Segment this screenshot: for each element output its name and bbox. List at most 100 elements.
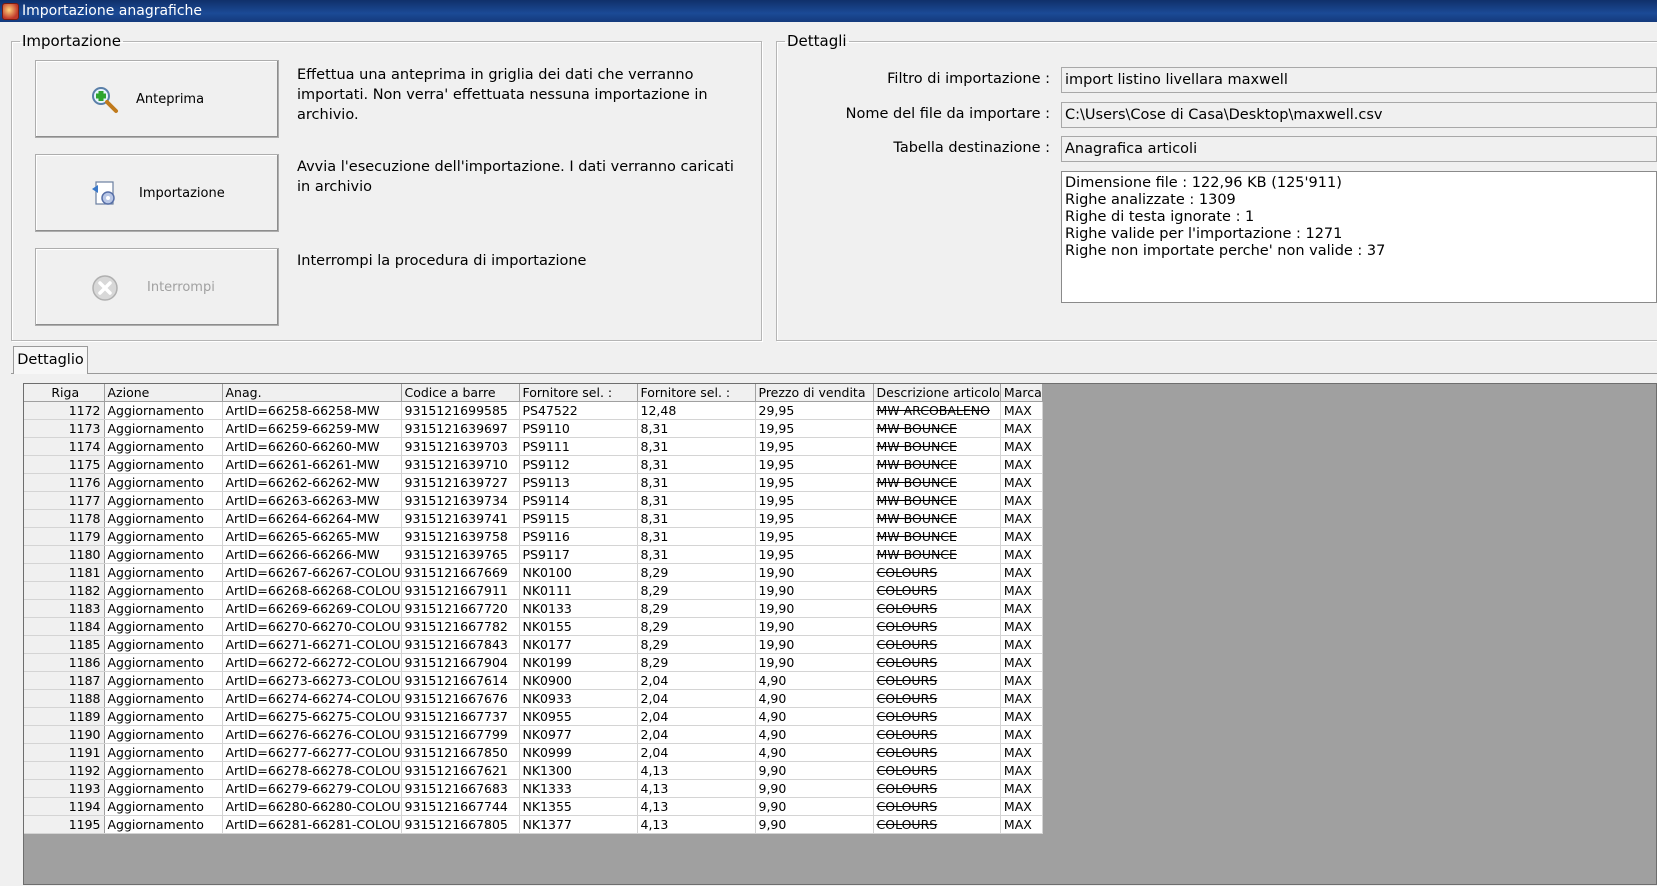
col-anag-cell[interactable]: ArtID=66264-66264-MW [222,509,402,528]
table-row[interactable]: 1192 Aggiornamento ArtID=66278-66278-COLOU… [24,761,1043,780]
col-anag-cell[interactable]: ArtID=66263-66263-MW [222,491,402,510]
tab-dettaglio[interactable]: Dettaglio [13,346,88,374]
table-row[interactable]: 1195 Aggiornamento ArtID=66281-66281-COLOU… [24,815,1043,834]
col-riga-cell[interactable]: 1190 [24,725,105,744]
col-marca-cell[interactable]: MAX [1000,437,1043,456]
table-row[interactable]: 1178 Aggiornamento ArtID=66264-66264-MW 931… [24,509,1043,528]
col-anag-cell[interactable]: ArtID=66259-66259-MW [222,419,402,438]
col-fornitore-1-cell[interactable]: PS9113 [519,473,638,492]
col-marca-cell[interactable]: MAX [1000,797,1043,816]
col-fornitore-2-cell[interactable]: 8,29 [637,599,756,618]
tabella-field[interactable]: Anagrafica articoli [1061,136,1657,162]
col-descrizione-cell[interactable]: COLOURS [873,815,1001,834]
col-fornitore-1-cell[interactable]: PS9112 [519,455,638,474]
col-descrizione-cell[interactable]: COLOURS [873,743,1001,762]
col-fornitore-1-cell[interactable]: NK0111 [519,581,638,600]
col-codice-barre-cell[interactable]: 9315121639703 [401,437,520,456]
col-fornitore-1-cell[interactable]: PS9116 [519,527,638,546]
col-fornitore-2-cell[interactable]: 4,13 [637,761,756,780]
col-riga-cell[interactable]: 1184 [24,617,105,636]
table-row[interactable]: 1183 Aggiornamento ArtID=66269-66269-COLOU… [24,599,1043,618]
col-prezzo-cell[interactable]: 19,90 [755,581,874,600]
col-marca-cell[interactable]: MAX [1000,473,1043,492]
col-descrizione-cell[interactable]: MW BOUNCE [873,527,1001,546]
col-fornitore-2-cell[interactable]: 2,04 [637,671,756,690]
col-azione-cell[interactable]: Aggiornamento [104,401,223,420]
col-riga-cell[interactable]: 1194 [24,797,105,816]
col-azione-cell[interactable]: Aggiornamento [104,797,223,816]
col-codice-barre-cell[interactable]: 9315121667737 [401,707,520,726]
col-riga-cell[interactable]: 1193 [24,779,105,798]
col-fornitore-2-cell[interactable]: 8,31 [637,419,756,438]
col-anag-cell[interactable]: ArtID=66273-66273-COLOU [222,671,402,690]
col-azione-cell[interactable]: Aggiornamento [104,743,223,762]
col-prezzo-cell[interactable]: 19,95 [755,509,874,528]
col-fornitore-1-cell[interactable]: NK0100 [519,563,638,582]
col-fornitore-1-cell[interactable]: NK0155 [519,617,638,636]
col-riga-cell[interactable]: 1186 [24,653,105,672]
col-azione-cell[interactable]: Aggiornamento [104,671,223,690]
col-marca-cell[interactable]: MAX [1000,581,1043,600]
col-descrizione-cell[interactable]: MW BOUNCE [873,473,1001,492]
table-row[interactable]: 1180 Aggiornamento ArtID=66266-66266-MW 931… [24,545,1043,564]
col-riga-cell[interactable]: 1191 [24,743,105,762]
col-codice-barre-cell[interactable]: 9315121667669 [401,563,520,582]
col-riga-cell[interactable]: 1188 [24,689,105,708]
table-row[interactable]: 1194 Aggiornamento ArtID=66280-66280-COLOU… [24,797,1043,816]
col-fornitore-2-cell[interactable]: 8,31 [637,509,756,528]
col-descrizione-cell[interactable]: COLOURS [873,761,1001,780]
col-codice-barre-cell[interactable]: 9315121639741 [401,509,520,528]
col-marca-cell[interactable]: MAX [1000,491,1043,510]
col-azione-header[interactable]: Azione [104,384,223,402]
table-row[interactable]: 1173 Aggiornamento ArtID=66259-66259-MW 931… [24,419,1043,438]
col-riga-cell[interactable]: 1192 [24,761,105,780]
col-azione-cell[interactable]: Aggiornamento [104,707,223,726]
col-anag-cell[interactable]: ArtID=66272-66272-COLOU [222,653,402,672]
col-prezzo-cell[interactable]: 29,95 [755,401,874,420]
col-fornitore-1-cell[interactable]: NK0133 [519,599,638,618]
col-prezzo-cell[interactable]: 4,90 [755,707,874,726]
col-fornitore-2-cell[interactable]: 4,13 [637,797,756,816]
col-marca-cell[interactable]: MAX [1000,653,1043,672]
col-anag-cell[interactable]: ArtID=66271-66271-COLOU [222,635,402,654]
col-azione-cell[interactable]: Aggiornamento [104,563,223,582]
col-riga-cell[interactable]: 1174 [24,437,105,456]
col-azione-cell[interactable]: Aggiornamento [104,473,223,492]
col-fornitore-1-cell[interactable]: NK1377 [519,815,638,834]
col-riga-cell[interactable]: 1187 [24,671,105,690]
col-descrizione-cell[interactable]: MW BOUNCE [873,437,1001,456]
col-prezzo-cell[interactable]: 19,95 [755,437,874,456]
table-row[interactable]: 1177 Aggiornamento ArtID=66263-66263-MW 931… [24,491,1043,510]
col-anag-cell[interactable]: ArtID=66260-66260-MW [222,437,402,456]
col-prezzo-cell[interactable]: 19,90 [755,563,874,582]
col-marca-cell[interactable]: MAX [1000,743,1043,762]
col-marca-cell[interactable]: MAX [1000,617,1043,636]
col-riga-cell[interactable]: 1179 [24,527,105,546]
table-row[interactable]: 1187 Aggiornamento ArtID=66273-66273-COLOU… [24,671,1043,690]
table-row[interactable]: 1186 Aggiornamento ArtID=66272-66272-COLOU… [24,653,1043,672]
col-codice-barre-cell[interactable]: 9315121639697 [401,419,520,438]
col-fornitore-1-cell[interactable]: NK0933 [519,689,638,708]
col-marca-cell[interactable]: MAX [1000,455,1043,474]
col-fornitore-1-cell[interactable]: PS9115 [519,509,638,528]
col-riga-cell[interactable]: 1181 [24,563,105,582]
col-riga-cell[interactable]: 1178 [24,509,105,528]
col-anag-cell[interactable]: ArtID=66276-66276-COLOU [222,725,402,744]
col-descrizione-cell[interactable]: COLOURS [873,671,1001,690]
col-azione-cell[interactable]: Aggiornamento [104,437,223,456]
col-anag-cell[interactable]: ArtID=66277-66277-COLOU [222,743,402,762]
col-prezzo-cell[interactable]: 19,95 [755,455,874,474]
col-marca-cell[interactable]: MAX [1000,725,1043,744]
col-azione-cell[interactable]: Aggiornamento [104,689,223,708]
col-codice-barre-cell[interactable]: 9315121667744 [401,797,520,816]
col-marca-cell[interactable]: MAX [1000,707,1043,726]
info-box[interactable]: Dimensione file : 122,96 KB (125'911) Ri… [1061,171,1657,303]
col-anag-cell[interactable]: ArtID=66261-66261-MW [222,455,402,474]
col-descrizione-cell[interactable]: COLOURS [873,779,1001,798]
data-grid[interactable]: Riga Azione Anag. Codice a barre Fornitore s… [23,383,1657,885]
col-prezzo-cell[interactable]: 4,90 [755,743,874,762]
col-marca-cell[interactable]: MAX [1000,761,1043,780]
col-marca-cell[interactable]: MAX [1000,815,1043,834]
col-prezzo-cell[interactable]: 4,90 [755,725,874,744]
col-riga-header[interactable]: Riga [24,384,105,402]
